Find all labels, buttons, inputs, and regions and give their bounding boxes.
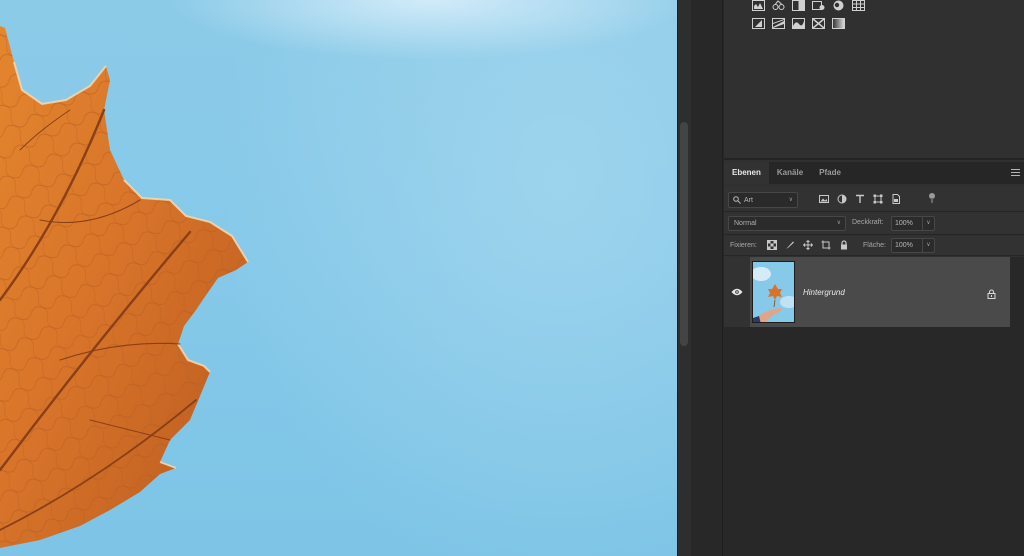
levels-icon[interactable] [752,0,765,11]
gradient-map-icon[interactable] [832,18,845,29]
lock-position-icon[interactable] [803,240,813,250]
fill-input[interactable]: 100% ∨ [891,238,935,253]
layer-list: Hintergrund [724,257,1024,556]
right-panel-dock: Ebenen Kanäle Pfade Art ∨ Normal ∨ Deckk… [724,0,1024,556]
layer-list-scrollbar[interactable] [1010,257,1024,556]
photo-filter-icon[interactable] [812,0,825,11]
search-icon [733,196,741,204]
blend-mode-dropdown[interactable]: Normal ∨ [728,216,846,231]
document-canvas[interactable] [0,0,677,556]
blend-mode-value: Normal [734,220,757,227]
adjustments-row-2 [752,18,845,29]
curves-icon[interactable] [772,0,785,11]
filter-pixel-layer-icon[interactable] [819,194,829,204]
lock-transparent-pixels-icon[interactable] [767,240,777,250]
layer-filter-row: Art ∨ [724,186,1024,212]
tab-kanaele[interactable]: Kanäle [769,162,811,184]
opacity-value: 100% [895,220,913,227]
panel-menu-icon[interactable] [1011,169,1020,177]
threshold-icon[interactable] [792,18,805,29]
adjustments-panel [724,0,1024,160]
lock-image-pixels-icon[interactable] [785,240,795,250]
lock-all-icon[interactable] [839,240,849,250]
filter-kind-label: Art [744,196,753,204]
invert-icon[interactable] [752,18,765,29]
filter-toggle-stem [931,198,933,203]
lock-fill-row: Fixieren: Fläche: 100% ∨ [724,236,1024,256]
filter-shape-layer-icon[interactable] [873,194,883,204]
selective-color-icon[interactable] [812,18,825,29]
layer-thumbnail-image [753,262,794,322]
filter-adjustment-layer-icon[interactable] [837,194,847,204]
filter-smart-object-icon[interactable] [891,194,901,204]
lock-artboard-icon[interactable] [821,240,831,250]
eye-icon [731,288,743,296]
layer-thumbnail[interactable] [752,261,795,323]
color-lookup-icon[interactable] [852,0,865,11]
layers-panel-tabs: Ebenen Kanäle Pfade [724,162,1024,184]
opacity-input[interactable]: 100% ∨ [891,216,935,231]
filter-kind-dropdown[interactable]: Art ∨ [728,192,798,208]
channel-mixer-icon[interactable] [832,0,845,11]
adjustments-row-1 [752,0,865,11]
tab-ebenen[interactable]: Ebenen [724,162,769,184]
layer-name[interactable]: Hintergrund [803,288,845,297]
fill-chevron-icon[interactable]: ∨ [922,239,934,252]
posterize-icon[interactable] [772,18,785,29]
fill-label: Fläche: [863,242,886,249]
blend-opacity-row: Normal ∨ Deckkraft: 100% ∨ [724,213,1024,235]
layer-row-hintergrund[interactable]: Hintergrund [724,257,1010,327]
chevron-down-icon: ∨ [836,220,841,226]
tab-pfade[interactable]: Pfade [811,162,849,184]
black-white-icon[interactable] [792,0,805,11]
fill-value: 100% [895,242,913,249]
opacity-label: Deckkraft: [852,219,884,226]
canvas-scrollbar-thumb[interactable] [680,122,688,346]
opacity-chevron-icon[interactable]: ∨ [922,217,934,230]
leaf-photo-artwork [0,26,249,548]
layer-lock-icon[interactable] [987,289,996,299]
lock-label: Fixieren: [730,242,757,249]
filter-type-layer-icon[interactable] [855,194,865,204]
chevron-down-icon: ∨ [788,197,793,203]
panel-dock-gutter [691,0,723,556]
layer-visibility-toggle[interactable] [724,257,750,327]
